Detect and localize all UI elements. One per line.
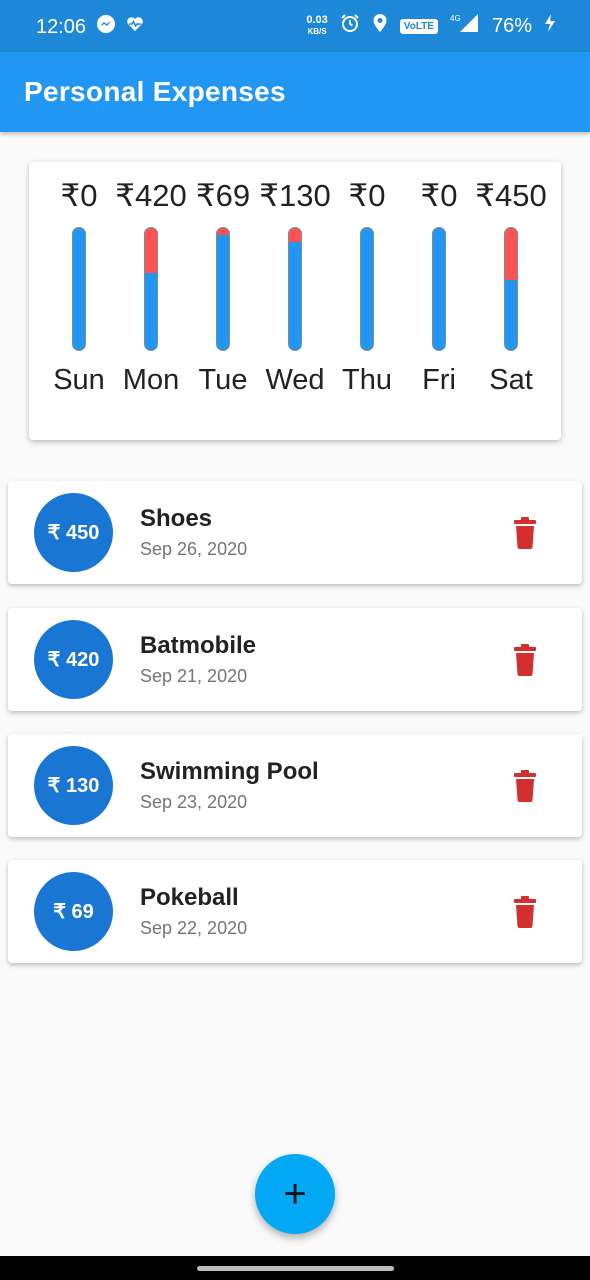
bar-amount-label: ₹0 <box>420 178 458 213</box>
page-title: Personal Expenses <box>24 76 286 107</box>
add-transaction-button[interactable]: + <box>255 1154 335 1234</box>
status-bar: 12:06 0.03 KB/S VoLTE 4G 76% <box>0 0 590 52</box>
network-type: 4G <box>450 14 461 23</box>
health-heart-icon <box>126 15 144 39</box>
delete-icon[interactable] <box>510 770 540 802</box>
bar-amount-label: ₹130 <box>259 178 331 213</box>
status-time: 12:06 <box>36 15 87 38</box>
amount-avatar: ₹ 450 <box>34 493 113 572</box>
bar-amount-label: ₹450 <box>475 178 547 213</box>
amount-avatar: ₹ 69 <box>34 872 113 951</box>
bar-track <box>288 227 302 351</box>
bar-amount-label: ₹0 <box>60 178 98 213</box>
bar-day-label: Wed <box>265 364 325 396</box>
delete-icon[interactable] <box>510 896 540 928</box>
signal-icon: 4G <box>450 13 480 39</box>
transaction-card: ₹ 420 Batmobile Sep 21, 2020 <box>8 608 582 711</box>
transaction-card: ₹ 450 Shoes Sep 26, 2020 <box>8 481 582 584</box>
bar-track <box>432 227 446 351</box>
amount-avatar: ₹ 420 <box>34 620 113 699</box>
bar-day-label: Sun <box>53 364 105 396</box>
battery-percentage: 76% <box>491 14 532 37</box>
messenger-icon <box>96 14 116 40</box>
delete-icon[interactable] <box>510 517 540 549</box>
bar-amount-label: ₹0 <box>348 178 386 213</box>
bar-day-label: Mon <box>122 364 180 396</box>
transaction-title: Batmobile <box>140 632 257 659</box>
location-icon <box>372 13 388 39</box>
transaction-date: Sep 23, 2020 <box>140 792 248 812</box>
delete-icon[interactable] <box>510 644 540 676</box>
transaction-card: ₹ 69 Pokeball Sep 22, 2020 <box>8 860 582 963</box>
weekly-spending-chart: ₹0 Sun ₹420 Mon ₹69 Tue ₹130 Wed ₹0 Thu ₹0 Fri ₹450 S… <box>29 162 561 440</box>
transaction-title: Pokeball <box>140 884 239 911</box>
bar-amount-label: ₹420 <box>115 178 187 213</box>
bar-track <box>216 227 230 351</box>
transaction-card: ₹ 130 Swimming Pool Sep 23, 2020 <box>8 734 582 837</box>
bar-fill <box>217 228 229 235</box>
bar-fill <box>289 228 301 242</box>
bar-day-label: Thu <box>342 364 392 396</box>
bar-track <box>72 227 86 351</box>
bar-day-label: Fri <box>422 364 456 396</box>
bar-day-label: Tue <box>198 364 248 396</box>
transaction-title: Shoes <box>140 505 213 532</box>
system-nav-bar <box>0 1256 590 1280</box>
volte-badge: VoLTE <box>399 18 438 34</box>
charging-icon <box>544 13 556 39</box>
bar-fill <box>505 228 517 280</box>
bar-track <box>360 227 374 351</box>
amount-avatar: ₹ 130 <box>34 746 113 825</box>
bar-track <box>144 227 158 351</box>
bar-track <box>504 227 518 351</box>
transaction-title: Swimming Pool <box>140 758 319 785</box>
transaction-date: Sep 26, 2020 <box>140 539 248 559</box>
bar-fill <box>145 228 157 273</box>
home-gesture-handle[interactable] <box>197 1266 394 1271</box>
bar-amount-label: ₹69 <box>195 178 251 213</box>
bar-day-label: Sat <box>489 364 533 396</box>
plus-icon: + <box>283 1171 307 1216</box>
transaction-date: Sep 22, 2020 <box>140 918 248 938</box>
network-speed: 0.03 KB/S <box>306 14 328 37</box>
transaction-date: Sep 21, 2020 <box>140 666 248 686</box>
app-bar: Personal Expenses <box>0 52 590 132</box>
alarm-icon <box>340 13 360 39</box>
